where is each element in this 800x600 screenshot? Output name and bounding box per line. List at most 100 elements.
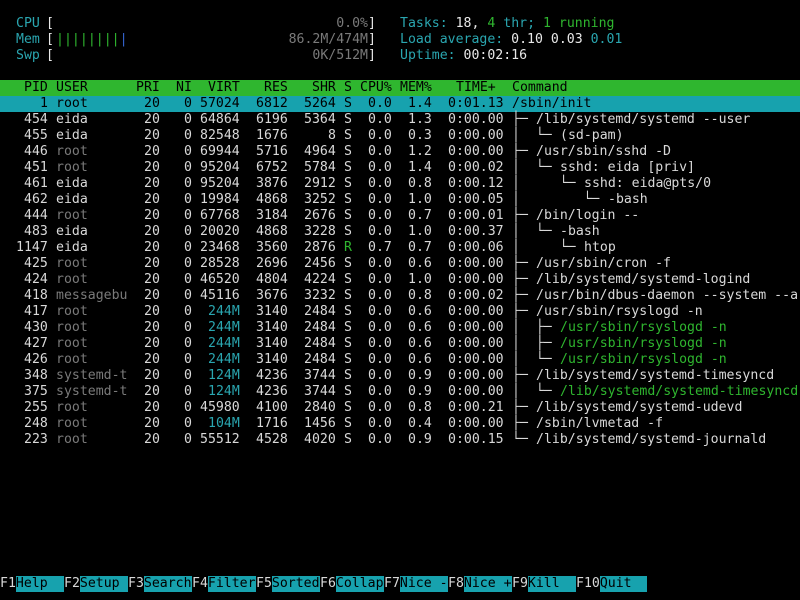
process-tree-branch: │ └─ <box>512 224 560 239</box>
load-15min: 0.01 <box>590 32 623 47</box>
process-tree-branch: ├─ <box>512 112 536 127</box>
col-res[interactable]: RES <box>264 80 288 96</box>
process-state: S <box>344 112 352 127</box>
col-ni[interactable]: NI <box>176 80 192 96</box>
process-time: 0:00.15 <box>448 432 504 447</box>
col-command[interactable]: Command <box>512 80 568 96</box>
fkey-filter-button[interactable]: F4Filter <box>192 576 256 592</box>
process-row[interactable]: 1147 eida 20 0 23468 3560 2876 R 0.7 0.7 0:00.06 │ … <box>0 240 800 256</box>
process-res: 6812 <box>256 96 288 111</box>
process-row[interactable]: 255 root 20 0 45980 4100 2840 S 0.0 0.8 0:00.21 ├─ … <box>0 400 800 416</box>
col-virt[interactable]: VIRT <box>208 80 240 96</box>
process-virt: 95204 <box>200 176 240 191</box>
process-state: S <box>344 192 352 207</box>
process-cpu: 0.0 <box>368 192 392 207</box>
col-user[interactable]: USER <box>56 80 88 96</box>
process-mem: 1.4 <box>408 96 432 111</box>
process-mem: 0.6 <box>408 304 432 319</box>
col-pid[interactable]: PID <box>24 80 48 96</box>
fkey-setup-button[interactable]: F2Setup <box>64 576 128 592</box>
fkey-nice---button[interactable]: F7Nice - <box>384 576 448 592</box>
process-mem: 1.3 <box>408 112 432 127</box>
process-row[interactable]: 451 root 20 0 95204 6752 5784 S 0.0 1.4 0:00.02 │ └… <box>0 160 800 176</box>
col-state[interactable]: S <box>344 80 352 96</box>
col-mem[interactable]: MEM% <box>400 80 432 96</box>
process-command: /usr/sbin/rsyslogd -n <box>536 304 703 319</box>
process-row[interactable]: 223 root 20 0 55512 4528 4020 S 0.0 0.9 0:00.15 └─ … <box>0 432 800 448</box>
process-row[interactable]: 444 root 20 0 67768 3184 2676 S 0.0 0.7 0:00.01 ├─ … <box>0 208 800 224</box>
process-res: 2696 <box>256 256 288 271</box>
mem-meter-value: 86.2M/474M <box>288 32 368 47</box>
fkey-label: Setup <box>79 576 128 592</box>
process-virt: 244M <box>208 320 240 335</box>
process-tree-branch: ├─ <box>512 400 536 415</box>
process-row[interactable]: 462 eida 20 0 19984 4868 3252 S 0.0 1.0 0:00.05 │ └… <box>0 192 800 208</box>
process-user: root <box>56 352 88 367</box>
process-row[interactable]: 430 root 20 0 244M 3140 2484 S 0.0 0.6 0:00.00 │ ├─… <box>0 320 800 336</box>
process-virt: 20020 <box>200 224 240 239</box>
process-mem: 1.0 <box>408 224 432 239</box>
process-row[interactable]: 461 eida 20 0 95204 3876 2912 S 0.0 0.8 0:00.12 │ └… <box>0 176 800 192</box>
process-row[interactable]: 427 root 20 0 244M 3140 2484 S 0.0 0.6 0:00.00 │ ├─… <box>0 336 800 352</box>
process-row[interactable]: 424 root 20 0 46520 4804 4224 S 0.0 1.0 0:00.00 ├─ … <box>0 272 800 288</box>
process-tree-branch: ├─ <box>512 256 536 271</box>
process-time: 0:00.37 <box>448 224 504 239</box>
process-time: 0:00.01 <box>448 208 504 223</box>
process-row[interactable]: 248 root 20 0 104M 1716 1456 S 0.0 0.4 0:00.00 ├─ /… <box>0 416 800 432</box>
process-row[interactable]: 1 root 20 0 57024 6812 5264 S 0.0 1.4 0:01.13/sbin… <box>0 96 800 112</box>
process-tree-branch: └─ <box>512 432 536 447</box>
process-row[interactable]: 426 root 20 0 244M 3140 2484 S 0.0 0.6 0:00.00 │ └─… <box>0 352 800 368</box>
process-cpu: 0.0 <box>368 176 392 191</box>
process-mem: 0.7 <box>408 240 432 255</box>
process-priority: 20 <box>144 160 160 175</box>
process-time: 0:01.13 <box>448 96 504 111</box>
fkey-sorted-button[interactable]: F5Sorted <box>256 576 320 592</box>
process-tree-branch: ├─ <box>512 208 536 223</box>
process-nice: 0 <box>184 112 192 127</box>
process-pid: 455 <box>24 128 48 143</box>
process-row[interactable]: 455 eida 20 0 82548 1676 8 S 0.0 0.3 0:00.00 │ └─ (… <box>0 128 800 144</box>
process-virt: 57024 <box>200 96 240 111</box>
threads-label: thr; <box>503 16 536 31</box>
process-state: S <box>344 384 352 399</box>
process-res: 4868 <box>256 224 288 239</box>
process-priority: 20 <box>144 432 160 447</box>
process-row[interactable]: 375 systemd-t 20 0 124M 4236 3744 S 0.0 0.9 0:00.0… <box>0 384 800 400</box>
fkey-search-button[interactable]: F3Search <box>128 576 192 592</box>
fkey-quit-button[interactable]: F10Quit <box>576 576 648 592</box>
process-res: 3140 <box>256 304 288 319</box>
col-time[interactable]: TIME+ <box>456 80 496 96</box>
process-mem: 0.3 <box>408 128 432 143</box>
process-nice: 0 <box>184 144 192 159</box>
process-row[interactable]: 446 root 20 0 69944 5716 4964 S 0.0 1.2 0:00.00 ├─ … <box>0 144 800 160</box>
process-cpu: 0.0 <box>368 368 392 383</box>
process-row[interactable]: 348 systemd-t 20 0 124M 4236 3744 S 0.0 0.9 0:00.0… <box>0 368 800 384</box>
col-cpu[interactable]: CPU% <box>360 80 392 96</box>
process-state: S <box>344 432 352 447</box>
process-row[interactable]: 418 messagebu 20 0 45116 3676 3232 S 0.0 0.8 0:00.… <box>0 288 800 304</box>
fkey-collap-button[interactable]: F6Collap <box>320 576 384 592</box>
process-pid: 255 <box>24 400 48 415</box>
fkey-kill-button[interactable]: F9Kill <box>512 576 576 592</box>
process-row[interactable]: 454 eida 20 0 64864 6196 5364 S 0.0 1.3 0:00.00 ├─ … <box>0 112 800 128</box>
fkey-nice--button[interactable]: F8Nice + <box>448 576 512 592</box>
process-user: root <box>56 256 88 271</box>
process-shr: 1456 <box>304 416 336 431</box>
process-user: systemd-t <box>56 384 128 399</box>
fkey-label: Filter <box>207 576 256 592</box>
process-tree-branch: │ └─ <box>512 384 560 399</box>
process-state: S <box>344 400 352 415</box>
process-nice: 0 <box>184 320 192 335</box>
col-shr[interactable]: SHR <box>312 80 336 96</box>
process-row[interactable]: 425 root 20 0 28528 2696 2456 S 0.0 0.6 0:00.00 ├─ … <box>0 256 800 272</box>
uptime-label: Uptime: <box>400 48 456 63</box>
fkey-help-button[interactable]: F1Help <box>0 576 64 592</box>
process-user: eida <box>56 176 88 191</box>
process-table-header[interactable]: PID USER PRI NI VIRT RES SHR S CPU% MEM%… <box>0 80 800 96</box>
col-pri[interactable]: PRI <box>136 80 160 96</box>
process-row[interactable]: 483 eida 20 0 20020 4868 3228 S 0.0 1.0 0:00.37 │ └… <box>0 224 800 240</box>
process-user: eida <box>56 112 88 127</box>
process-priority: 20 <box>144 288 160 303</box>
process-row[interactable]: 417 root 20 0 244M 3140 2484 S 0.0 0.6 0:00.00 ├─ /… <box>0 304 800 320</box>
process-priority: 20 <box>144 320 160 335</box>
